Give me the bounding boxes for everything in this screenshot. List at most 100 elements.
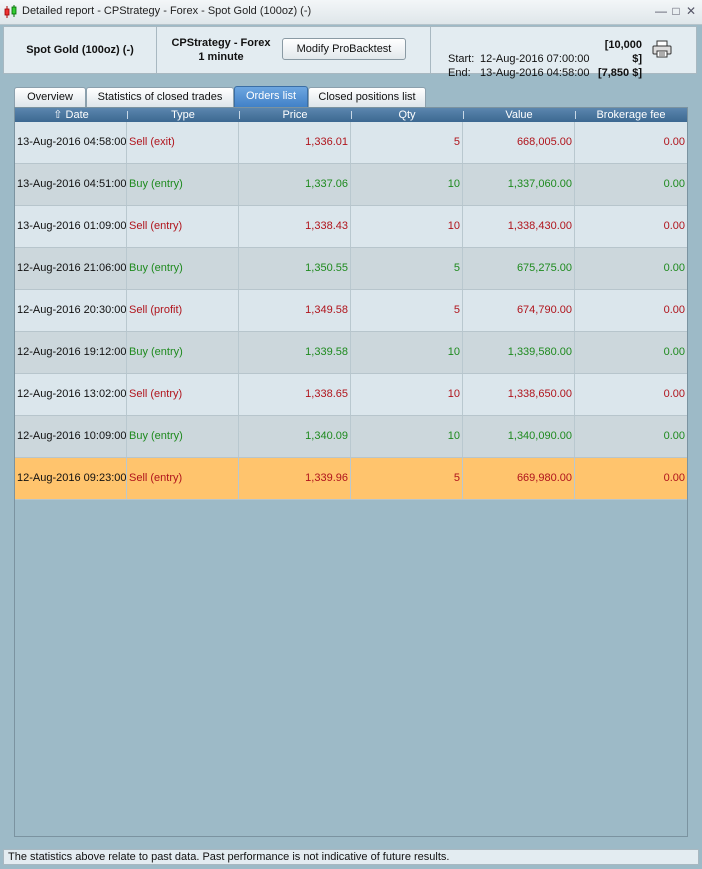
start-datetime: 12-Aug-2016 07:00:00 (480, 53, 590, 65)
header-divider (430, 27, 431, 73)
column-header-type[interactable]: Type (127, 108, 239, 122)
cell-type: Sell (entry) (127, 206, 239, 247)
end-datetime: 13-Aug-2016 04:58:00 (480, 67, 590, 79)
column-header-value[interactable]: Value (463, 108, 575, 122)
table-row[interactable]: 12-Aug-2016 21:06:00 Buy (entry) 1,350.5… (15, 248, 687, 290)
sort-up-icon: ⇧ (53, 109, 63, 121)
end-row: End: 13-Aug-2016 04:58:00 [7,850 $] (448, 66, 642, 80)
tab-closed-positions-list[interactable]: Closed positions list (308, 87, 426, 107)
cell-qty: 10 (351, 416, 463, 457)
window-title: Detailed report - CPStrategy - Forex - S… (22, 5, 312, 17)
maximize-icon[interactable]: □ (669, 3, 683, 19)
cell-value: 1,339,580.00 (463, 332, 575, 373)
cell-date: 12-Aug-2016 13:02:00 (15, 374, 127, 415)
cell-brokerage-fee: 0.00 (663, 304, 685, 316)
cell-price: 1,336.01 (239, 122, 351, 163)
end-label: End: (448, 67, 471, 79)
cell-brokerage-fee: 0.00 (663, 262, 685, 274)
table-row[interactable]: 13-Aug-2016 04:58:00 Sell (exit) 1,336.0… (15, 122, 687, 164)
cell-brokerage-fee: 0.00 (663, 178, 685, 190)
cell-brokerage-fee: 0.00 (663, 472, 685, 484)
cell-price: 1,340.09 (239, 416, 351, 457)
cell-brokerage-fee: 0.00 (663, 430, 685, 442)
strategy-info: CPStrategy - Forex 1 minute (162, 36, 280, 64)
cell-qty: 5 (351, 248, 463, 289)
table-row-selected[interactable]: 12-Aug-2016 09:23:00 Sell (entry) 1,339.… (15, 458, 687, 500)
column-header-date-label: Date (65, 109, 89, 121)
report-header: Spot Gold (100oz) (-) CPStrategy - Forex… (3, 26, 697, 79)
column-header-price[interactable]: Price (239, 108, 351, 122)
cell-type: Buy (entry) (127, 164, 239, 205)
minimize-icon[interactable]: — (654, 3, 668, 19)
tab-statistics-closed-trades[interactable]: Statistics of closed trades (86, 87, 234, 107)
cell-date: 13-Aug-2016 04:58:00 (15, 122, 127, 163)
cell-qty: 5 (351, 290, 463, 331)
cell-qty: 5 (351, 458, 463, 499)
table-header: ⇧ Date Type Price Qty Value Brokerage fe… (15, 108, 687, 122)
cell-qty: 10 (351, 206, 463, 247)
cell-date: 12-Aug-2016 21:06:00 (15, 248, 127, 289)
column-header-brokerage-fee[interactable]: Brokerage fee (575, 108, 687, 122)
cell-qty: 10 (351, 332, 463, 373)
start-label: Start: (448, 53, 475, 65)
modify-probacktest-button[interactable]: Modify ProBacktest (282, 38, 406, 60)
column-header-qty[interactable]: Qty (351, 108, 463, 122)
cell-brokerage-fee: 0.00 (663, 220, 685, 232)
start-row: Start: 12-Aug-2016 07:00:00 [10,000 $] (448, 38, 642, 66)
cell-value: 1,338,430.00 (463, 206, 575, 247)
table-row[interactable]: 12-Aug-2016 13:02:00 Sell (entry) 1,338.… (15, 374, 687, 416)
end-amount: [7,850 $] (597, 67, 642, 79)
cell-price: 1,338.65 (239, 374, 351, 415)
cell-type: Buy (entry) (127, 416, 239, 457)
header-divider (156, 27, 157, 73)
instrument-name: Spot Gold (100oz) (-) (26, 44, 134, 56)
backtest-period: Start: 12-Aug-2016 07:00:00 [10,000 $] End… (448, 38, 642, 80)
cell-value: 668,005.00 (463, 122, 575, 163)
cell-qty: 10 (351, 374, 463, 415)
table-row[interactable]: 12-Aug-2016 10:09:00 Buy (entry) 1,340.0… (15, 416, 687, 458)
cell-date: 12-Aug-2016 09:23:00 (15, 458, 127, 499)
cell-value: 1,338,650.00 (463, 374, 575, 415)
cell-qty: 10 (351, 164, 463, 205)
cell-type: Sell (exit) (127, 122, 239, 163)
cell-type: Sell (profit) (127, 290, 239, 331)
cell-brokerage-fee: 0.00 (663, 346, 685, 358)
cell-type: Buy (entry) (127, 332, 239, 373)
strategy-name: CPStrategy - Forex (171, 37, 271, 49)
cell-type: Sell (entry) (127, 374, 239, 415)
table-row[interactable]: 12-Aug-2016 19:12:00 Buy (entry) 1,339.5… (15, 332, 687, 374)
cell-price: 1,338.43 (239, 206, 351, 247)
table-row[interactable]: 12-Aug-2016 20:30:00 Sell (profit) 1,349… (15, 290, 687, 332)
cell-value: 669,980.00 (463, 458, 575, 499)
cell-value: 1,340,090.00 (463, 416, 575, 457)
cell-type: Sell (entry) (127, 458, 239, 499)
cell-brokerage-fee: 0.00 (663, 136, 685, 148)
cell-value: 674,790.00 (463, 290, 575, 331)
cell-date: 12-Aug-2016 20:30:00 (15, 290, 127, 331)
tab-overview[interactable]: Overview (14, 87, 86, 107)
disclaimer-bar: The statistics above relate to past data… (3, 849, 699, 865)
cell-brokerage-fee: 0.00 (663, 388, 685, 400)
tab-orders-list[interactable]: Orders list (234, 86, 308, 108)
cell-qty: 5 (351, 122, 463, 163)
table-row[interactable]: 13-Aug-2016 01:09:00 Sell (entry) 1,338.… (15, 206, 687, 248)
cell-price: 1,350.55 (239, 248, 351, 289)
cell-date: 12-Aug-2016 10:09:00 (15, 416, 127, 457)
cell-date: 13-Aug-2016 04:51:00 (15, 164, 127, 205)
start-amount: [10,000 $] (604, 39, 642, 65)
cell-value: 1,337,060.00 (463, 164, 575, 205)
cell-price: 1,337.06 (239, 164, 351, 205)
cell-type: Buy (entry) (127, 248, 239, 289)
table-row[interactable]: 13-Aug-2016 04:51:00 Buy (entry) 1,337.0… (15, 164, 687, 206)
print-icon[interactable] (652, 40, 672, 58)
strategy-timeframe: 1 minute (198, 51, 244, 63)
close-icon[interactable]: ✕ (684, 3, 698, 19)
cell-date: 13-Aug-2016 01:09:00 (15, 206, 127, 247)
cell-date: 12-Aug-2016 19:12:00 (15, 332, 127, 373)
cell-price: 1,339.58 (239, 332, 351, 373)
column-header-date[interactable]: ⇧ Date (15, 108, 127, 122)
cell-price: 1,349.58 (239, 290, 351, 331)
orders-table: ⇧ Date Type Price Qty Value Brokerage fe… (14, 107, 688, 837)
cell-value: 675,275.00 (463, 248, 575, 289)
title-bar: Detailed report - CPStrategy - Forex - S… (0, 0, 702, 25)
